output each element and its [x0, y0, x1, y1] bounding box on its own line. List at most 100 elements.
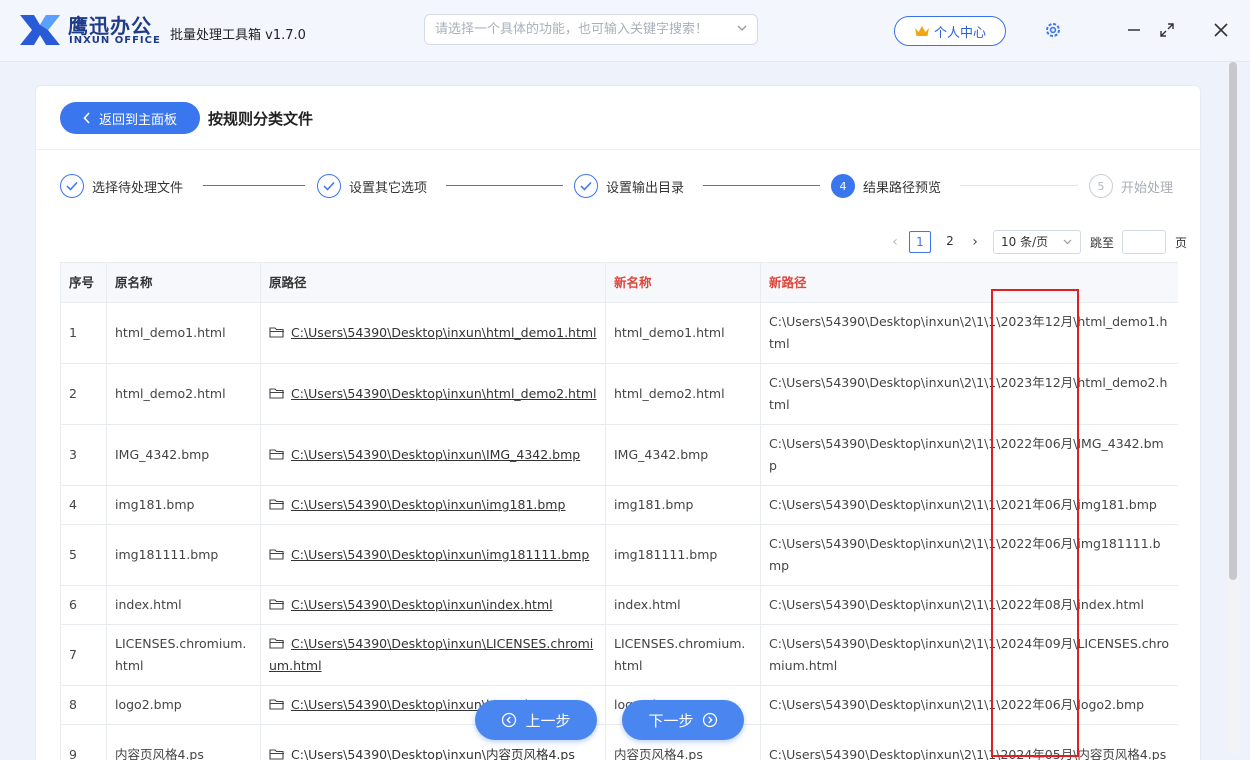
cell-path: C:\Users\54390\Desktop\inxun\LICENSES.ch… [260, 624, 606, 686]
circle-right-icon [702, 712, 717, 728]
original-path-link[interactable]: C:\Users\54390\Desktop\inxun\index.html [291, 597, 553, 612]
search-input[interactable] [425, 15, 720, 44]
back-to-main-button[interactable]: 返回到主面板 [60, 102, 200, 134]
cell-index: 6 [60, 585, 107, 625]
cell-path: C:\Users\54390\Desktop\inxun\IMG_4342.bm… [260, 424, 606, 486]
next-step-label: 下一步 [648, 711, 694, 730]
cell-new-path: C:\Users\54390\Desktop\inxun\2\1\1\2022年… [760, 585, 1178, 625]
cell-name: LICENSES.chromium.html [106, 624, 261, 686]
cell-name: logo2.bmp [106, 685, 261, 725]
cell-path: C:\Users\54390\Desktop\inxun\html_demo1.… [260, 302, 606, 364]
original-path-link[interactable]: C:\Users\54390\Desktop\inxun\img181111.b… [291, 547, 589, 562]
inxun-logo-icon [20, 15, 60, 45]
prev-step-button[interactable]: 上一步 [475, 700, 597, 740]
cell-index: 7 [60, 624, 107, 686]
prev-page-icon[interactable]: ‹ [885, 234, 905, 250]
cell-path: C:\Users\54390\Desktop\inxun\img181.bmp [260, 485, 606, 525]
original-path-link[interactable]: C:\Users\54390\Desktop\inxun\IMG_4342.bm… [291, 447, 580, 462]
app-title: 批量处理工具箱 v1.7.0 [170, 28, 306, 43]
user-center-label: 个人中心 [933, 25, 986, 41]
original-path-link[interactable]: C:\Users\54390\Desktop\inxun\html_demo1.… [291, 325, 597, 340]
step-start[interactable]: 5 开始处理 [1089, 174, 1173, 198]
table-row: 1 html_demo1.html C:\Users\54390\Desktop\i… [60, 302, 1178, 364]
step-number: 4 [831, 174, 855, 198]
title-bar: 鹰迅办公 INXUN OFFICE 批量处理工具箱 v1.7.0 个人中心 [0, 0, 1250, 62]
search-box[interactable] [424, 14, 758, 45]
original-path-link[interactable]: C:\Users\54390\Desktop\inxun\img181.bmp [291, 497, 565, 512]
jump-page-input[interactable] [1122, 230, 1167, 254]
cell-index: 8 [60, 685, 107, 725]
step-preview[interactable]: 4 结果路径预览 [831, 174, 941, 198]
cell-new-name: img181111.bmp [605, 524, 761, 586]
step-output-dir[interactable]: 设置输出目录 [574, 174, 684, 198]
step-connector [446, 185, 563, 186]
col-new-path: 新路径 [760, 262, 1178, 303]
chevron-down-icon[interactable] [737, 21, 747, 35]
minimize-icon[interactable] [1124, 20, 1144, 40]
user-center-button[interactable]: 个人中心 [894, 16, 1006, 46]
cell-index: 2 [60, 363, 107, 425]
table-row: 3 IMG_4342.bmp C:\Users\54390\Desktop\inxu… [60, 424, 1178, 486]
table-row: 6 index.html C:\Users\54390\Desktop\inxun\… [60, 585, 1178, 625]
page-size-select[interactable]: 10 条/页 [993, 230, 1081, 254]
table-row: 2 html_demo2.html C:\Users\54390\Desktop\i… [60, 363, 1178, 425]
divider [36, 149, 1202, 150]
cell-new-name: index.html [605, 585, 761, 625]
step-select-files[interactable]: 选择待处理文件 [60, 174, 183, 198]
folder-icon [269, 749, 284, 760]
maximize-icon[interactable] [1157, 20, 1177, 40]
next-step-button[interactable]: 下一步 [622, 700, 744, 740]
back-label: 返回到主面板 [98, 112, 177, 128]
close-icon[interactable] [1211, 20, 1231, 40]
check-icon [60, 174, 84, 198]
step-number: 5 [1089, 174, 1113, 198]
table-row: 4 img181.bmp C:\Users\54390\Desktop\inxun\… [60, 485, 1178, 525]
chevron-down-icon [1063, 239, 1072, 245]
folder-icon [269, 388, 284, 399]
step-connector [203, 185, 305, 186]
next-page-icon[interactable]: › [965, 234, 985, 250]
step-connector [703, 185, 820, 186]
jump-label: 跳至 [1090, 235, 1115, 250]
cell-new-path: C:\Users\54390\Desktop\inxun\2\1\1\2024年… [760, 624, 1178, 686]
cell-new-name: LICENSES.chromium.html [605, 624, 761, 686]
cell-new-name: img181.bmp [605, 485, 761, 525]
circle-left-icon [502, 712, 517, 728]
folder-icon [269, 638, 284, 649]
step-label: 结果路径预览 [863, 180, 942, 196]
cell-new-name: html_demo2.html [605, 363, 761, 425]
table-row: 5 img181111.bmp C:\Users\54390\Desktop\inx… [60, 524, 1178, 586]
folder-icon [269, 449, 284, 460]
step-other-options[interactable]: 设置其它选项 [317, 174, 427, 198]
cell-new-path: C:\Users\54390\Desktop\inxun\2\1\1\2022年… [760, 424, 1178, 486]
page-number[interactable]: 1 [909, 231, 931, 253]
cell-new-path: C:\Users\54390\Desktop\inxun\2\1\1\2021年… [760, 485, 1178, 525]
folder-icon [269, 599, 284, 610]
cell-new-path: C:\Users\54390\Desktop\inxun\2\1\1\2022年… [760, 685, 1178, 725]
step-label: 设置输出目录 [606, 180, 685, 196]
pagination: ‹ 1 2 › 10 条/页 跳至 页 [885, 229, 1187, 255]
cell-name: img181.bmp [106, 485, 261, 525]
cell-new-path: C:\Users\54390\Desktop\inxun\2\1\1\2023年… [760, 363, 1178, 425]
cell-name: html_demo2.html [106, 363, 261, 425]
original-path-link[interactable]: C:\Users\54390\Desktop\inxun\html_demo2.… [291, 386, 597, 401]
cell-index: 3 [60, 424, 107, 486]
original-path-link[interactable]: C:\Users\54390\Desktop\inxun\LICENSES.ch… [269, 636, 593, 673]
cell-path: C:\Users\54390\Desktop\inxun\img181111.b… [260, 524, 606, 586]
col-new-name: 新名称 [605, 262, 761, 303]
result-table: 序号 原名称 原路径 新名称 新路径 1 html_demo1.html C:\Us… [60, 262, 1178, 760]
step-connector [960, 185, 1078, 186]
scrollbar-thumb[interactable] [1229, 62, 1237, 580]
folder-icon [269, 549, 284, 560]
original-path-link[interactable]: C:\Users\54390\Desktop\inxun\内容页风格4.ps [291, 747, 575, 760]
cell-path: C:\Users\54390\Desktop\inxun\html_demo2.… [260, 363, 606, 425]
cell-name: img181111.bmp [106, 524, 261, 586]
main-panel: 返回到主面板 按规则分类文件 选择待处理文件 设置其它选项 设置输出目录 4 结… [35, 85, 1202, 760]
check-icon [574, 174, 598, 198]
brand-name-en: INXUN OFFICE [69, 35, 161, 46]
col-index: 序号 [60, 262, 107, 303]
cell-index: 1 [60, 302, 107, 364]
gear-icon[interactable] [1043, 20, 1063, 40]
cell-new-name: html_demo1.html [605, 302, 761, 364]
page-number[interactable]: 2 [939, 231, 961, 253]
